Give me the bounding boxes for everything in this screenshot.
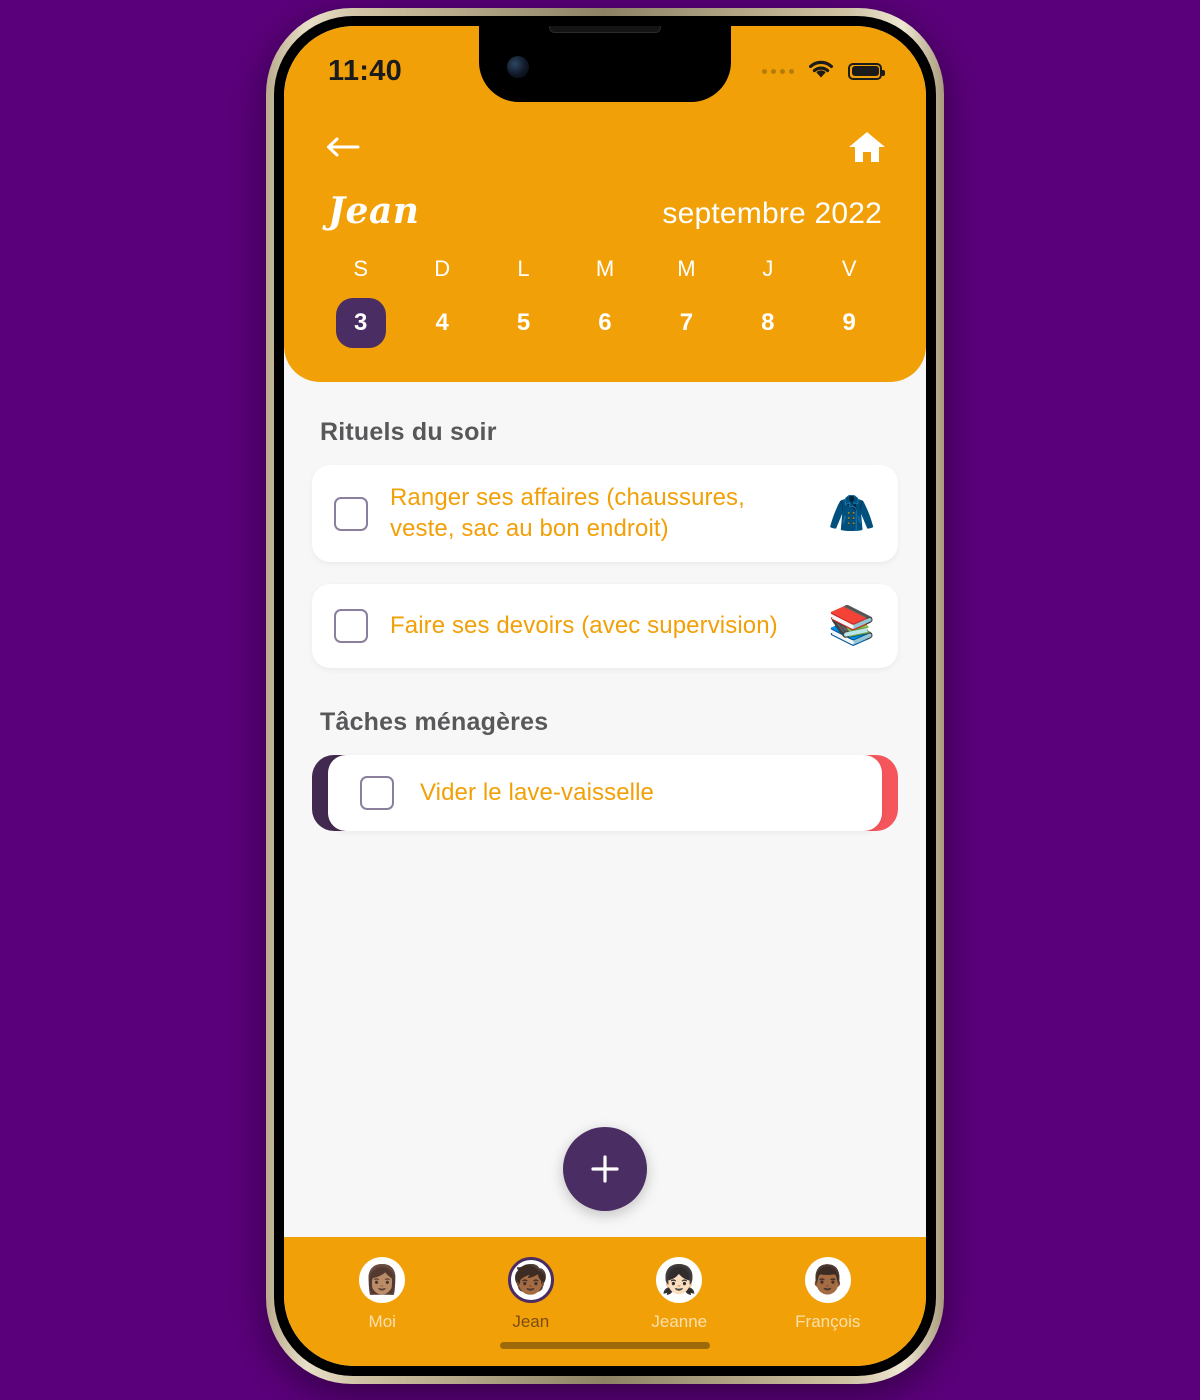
tab-label: Jeanne [651, 1312, 708, 1331]
phone-frame: 11:40 Jean septembre 2022 S D L M M J V … [266, 8, 944, 1384]
day-number-wrap: 3 [320, 298, 401, 348]
earpiece-speaker [549, 26, 661, 33]
tab-jeanne[interactable]: 👧🏻 Jeanne [605, 1257, 754, 1332]
task-checkbox[interactable] [334, 609, 368, 644]
task-row[interactable]: Vider le lave-vaisselle [328, 755, 882, 832]
week-calendar: S D L M M J V 3456789 [320, 232, 890, 348]
weekday-letter: V [841, 256, 857, 281]
tab-moi[interactable]: 👩🏽 Moi [308, 1257, 457, 1332]
battery-full-icon [848, 62, 885, 80]
day-cell-6[interactable]: 6 [564, 298, 645, 348]
section-title: Rituels du soir [320, 418, 497, 446]
arrow-left-icon [327, 137, 360, 157]
day-number[interactable]: 5 [499, 298, 549, 348]
day-number[interactable]: 6 [580, 298, 630, 348]
weekday-letter: D [434, 256, 451, 281]
day-number-wrap: 5 [483, 298, 564, 348]
weekday-letter: J [762, 256, 774, 281]
day-number[interactable]: 8 [743, 298, 793, 348]
weekday-letter: M [677, 256, 696, 281]
task-label: Ranger ses affaires (chaussures, veste, … [390, 484, 745, 542]
tab-label: François [795, 1312, 861, 1331]
signal-dots-icon [762, 68, 794, 74]
daynumber-row: 3456789 [320, 298, 890, 348]
avatar: 🧒🏾 [507, 1257, 554, 1303]
front-camera-icon [507, 56, 529, 78]
day-cell-9[interactable]: 9 [809, 298, 890, 348]
tab-label: Jean [512, 1312, 550, 1331]
task-checkbox[interactable] [360, 776, 394, 811]
weekday-label-4: M [646, 256, 727, 298]
header-title-row: Jean septembre 2022 [320, 174, 890, 232]
weekday-letter: M [595, 256, 615, 281]
phone-screen: 11:40 Jean septembre 2022 S D L M M J V … [284, 26, 926, 1366]
avatar: 👩🏽 [359, 1257, 406, 1303]
notch [479, 26, 731, 102]
day-cell-4[interactable]: 4 [401, 298, 482, 348]
status-time: 11:40 [328, 54, 403, 87]
tab-franois[interactable]: 👨🏾 François [754, 1257, 903, 1332]
month-label: septembre 2022 [662, 197, 882, 230]
day-cell-5[interactable]: 5 [483, 298, 564, 348]
task-row[interactable]: Ranger ses affaires (chaussures, veste, … [312, 465, 898, 563]
task-label: Faire ses devoirs (avec supervision) [390, 612, 778, 640]
day-cell-3[interactable]: 3 [320, 298, 401, 348]
tab-jean[interactable]: 🧒🏾 Jean [457, 1257, 606, 1332]
coat-wardrobe-icon: 🧥 [828, 492, 876, 535]
weekday-label-0: S [320, 256, 401, 298]
weekday-row: SDLMMJV [320, 256, 890, 298]
weekday-letter: S [353, 256, 369, 281]
day-number-wrap: 7 [646, 298, 727, 348]
day-number[interactable]: 4 [417, 298, 467, 348]
phone-bezel: 11:40 Jean septembre 2022 S D L M M J V … [274, 16, 936, 1376]
weekday-label-5: J [727, 256, 808, 298]
home-indicator [284, 1340, 926, 1366]
task-label: Vider le lave-vaisselle [420, 779, 654, 807]
avatar: 👨🏾 [804, 1257, 851, 1303]
status-indicators [762, 58, 885, 85]
home-button[interactable] [844, 124, 890, 170]
avatar: 👧🏻 [656, 1257, 703, 1303]
day-number[interactable]: 9 [824, 298, 874, 348]
swipeable-task-row[interactable]: Vider le lave-vaisselle [312, 755, 898, 832]
day-cell-8[interactable]: 8 [727, 298, 808, 348]
day-number-wrap: 9 [809, 298, 890, 348]
day-number-wrap: 4 [401, 298, 482, 348]
add-task-fab[interactable] [563, 1127, 647, 1211]
back-button[interactable] [320, 124, 366, 170]
bottom-tab-bar: 👩🏽 Moi 🧒🏾 Jean 👧🏻 Jeanne 👨🏾 François [284, 1237, 926, 1340]
plus-icon [591, 1155, 619, 1183]
task-row[interactable]: Faire ses devoirs (avec supervision) 📚 [312, 584, 898, 669]
home-icon [849, 132, 885, 162]
day-number-wrap: 8 [727, 298, 808, 348]
day-number-selected[interactable]: 3 [335, 298, 386, 348]
weekday-label-2: L [483, 256, 564, 298]
task-checkbox[interactable] [334, 496, 368, 531]
day-number-wrap: 6 [564, 298, 645, 348]
task-list-content: Rituels du soir Ranger ses affaires (chau… [284, 382, 926, 1237]
tab-label: Moi [368, 1312, 396, 1331]
weekday-label-1: D [401, 256, 482, 298]
weekday-label-3: M [564, 256, 645, 298]
child-name: Jean [328, 190, 420, 232]
app-header: Jean septembre 2022 S D L M M J V 3456789 [284, 102, 926, 382]
weekday-label-6: V [809, 256, 890, 298]
day-number[interactable]: 7 [661, 298, 711, 348]
header-nav [320, 102, 890, 174]
weekday-letter: L [517, 256, 530, 281]
day-cell-7[interactable]: 7 [646, 298, 727, 348]
section-title: Tâches ménagères [320, 708, 549, 737]
wifi-icon [806, 58, 836, 85]
books-icon: 📚 [828, 605, 876, 648]
